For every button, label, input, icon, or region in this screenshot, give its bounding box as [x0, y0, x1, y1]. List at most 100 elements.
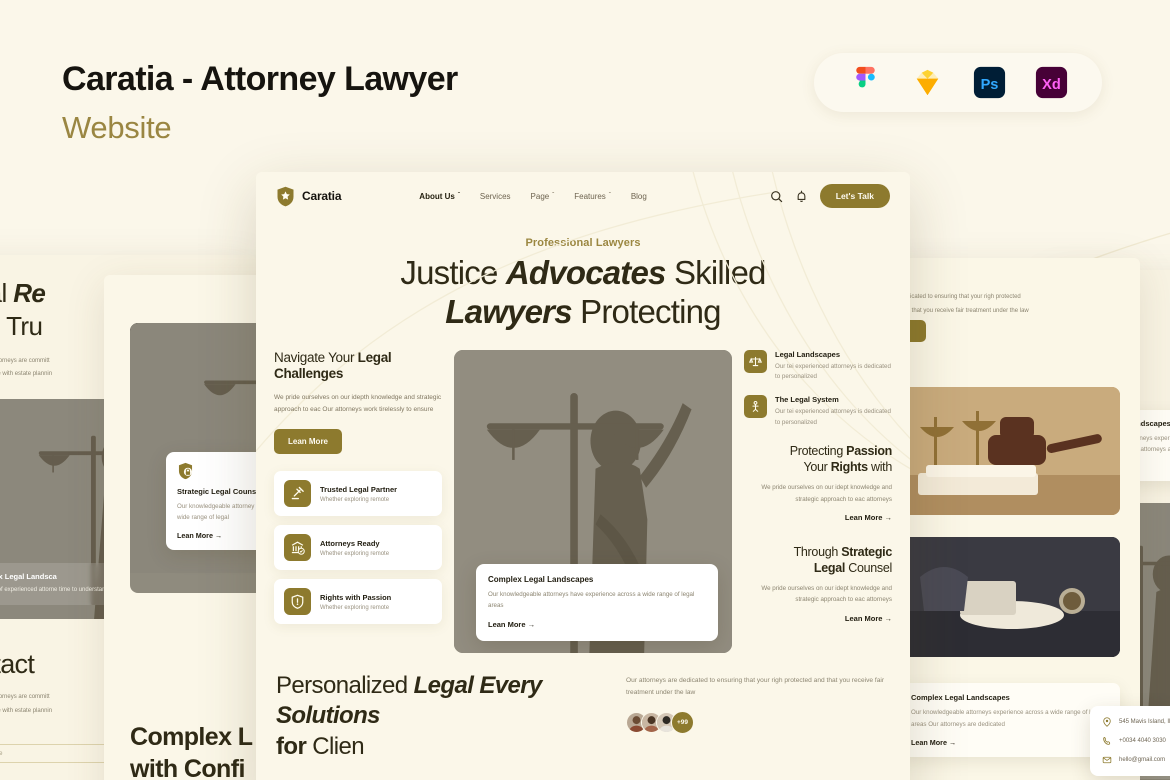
lean-more-button[interactable]: Lean More [274, 429, 343, 455]
nav-link-about-us[interactable]: About Us ˇ [419, 192, 460, 201]
right-block-0-body: We pride ourselves on our idept knowledg… [761, 484, 892, 503]
rb0-c: Your [803, 460, 831, 475]
right-item-1-body: Our tei experienced attorneys is dedicat… [775, 408, 891, 427]
hero-line2-em: Lawyers [445, 293, 572, 331]
float-card-link[interactable]: Lean More → [488, 620, 706, 629]
feature-card-rights-with-passion[interactable]: Rights with Passion Whether exploring re… [274, 579, 442, 625]
rb1-a: Through [793, 544, 842, 559]
bottom-title-line2: for Clien [276, 732, 606, 763]
right-block-1-link[interactable]: Lean More → [744, 614, 892, 623]
right-block-1-body: We pride ourselves on our idept knowledg… [761, 585, 892, 604]
phone-icon [1103, 737, 1111, 745]
complex-legal-landscapes-card[interactable]: Complex Legal Landscapes Our knowledgeab… [476, 564, 718, 641]
feature-card-attorneys-ready[interactable]: Attorneys Ready Whether exploring remote [274, 525, 442, 571]
navigate-body: We pride ourselves on our idepth knowled… [274, 394, 442, 414]
rb0-d: Rights [830, 460, 868, 475]
brand-name: Caratia [302, 189, 342, 203]
chevron-down-icon-3: ˇ [608, 193, 611, 199]
right-item-0-body: Our tei experienced attorneys is dedicat… [775, 362, 891, 381]
bottom-title-line1: Personalized Legal Every Solutions [276, 671, 606, 732]
lawyer-desk-illustration [900, 537, 1120, 658]
feature-card-0-title: Trusted Legal Partner [320, 484, 398, 494]
br-mid-body-2: and that you receive fair treatment unde… [900, 307, 1029, 314]
feature-card-2-sub: Whether exploring remote [320, 604, 390, 611]
bottom-title: Personalized Legal Every Solutions for C… [276, 671, 606, 763]
rb0-a: Protecting [789, 443, 847, 458]
nav-link-features-label: Features [574, 191, 606, 201]
feature-card-0-sub: Whether exploring remote [320, 496, 390, 503]
nav-link-about-us-label: About Us [419, 191, 455, 201]
feature-card-trusted-legal-partner[interactable]: Trusted Legal Partner Whether exploring … [274, 471, 442, 517]
navigate-title-a: Navigate Your [274, 349, 358, 365]
rb1-d: Counsel [845, 560, 892, 575]
rb1-c: Legal [813, 560, 846, 575]
contact-address-row: 545 Mavis Island, IL 99191 [1102, 717, 1170, 727]
gavel-illustration [900, 387, 1120, 516]
hero-left-column: Navigate Your Legal Challenges We pride … [274, 350, 442, 653]
bt-a: Personalized [276, 671, 414, 699]
bottom-body: Our attorneys are dedicated to ensuring … [626, 676, 885, 697]
search-icon[interactable] [770, 190, 783, 203]
photoshop-icon[interactable]: Ps [971, 64, 1008, 101]
contact-phone: +0034 4040 3030 [1119, 738, 1166, 744]
presentation-stage: Caratia - Attorney Lawyer Website Ps Xd [0, 0, 1170, 780]
nav-link-blog[interactable]: Blog [631, 192, 647, 201]
shield-star-icon [277, 186, 294, 206]
nav-link-page-label: Page [530, 191, 550, 201]
contact-phone-row: +0034 4040 3030 [1102, 736, 1170, 746]
feature-card-2-title: Rights with Passion [320, 592, 392, 602]
nav-link-features[interactable]: Features ˇ [574, 192, 611, 201]
svg-text:Xd: Xd [1042, 77, 1061, 93]
chevron-down-icon-2: ˇ [552, 193, 555, 199]
sketch-icon[interactable] [909, 64, 946, 101]
br-mid-card-body: Our knowledgeable attorneys experience a… [911, 709, 1103, 728]
justice-person-icon [744, 395, 767, 419]
lets-talk-button[interactable]: Let's Talk [819, 184, 890, 208]
right-item-0-title: Legal Landscapes [775, 349, 841, 359]
contact-info-card: 545 Mavis Island, IL 99191 +0034 4040 30… [1090, 706, 1170, 776]
right-block-0-link[interactable]: Lean More → [744, 513, 892, 522]
contact-email: hello@gmail.com [1119, 757, 1166, 763]
hero-right-column: Legal Landscapes Our tei experienced att… [744, 349, 892, 653]
svg-text:Ps: Ps [980, 77, 998, 93]
location-pin-icon [1103, 717, 1111, 727]
right-item-legal-landscapes[interactable]: Legal Landscapes Our tei experienced att… [744, 349, 892, 384]
bell-icon[interactable] [795, 190, 808, 203]
nav-link-services[interactable]: Services [480, 192, 511, 201]
page-subtitle: Website [62, 110, 172, 145]
hero-grid: Navigate Your Legal Challenges We pride … [256, 349, 910, 653]
figma-icon[interactable] [847, 64, 884, 101]
hero-line2-b: Protecting [571, 293, 721, 331]
courthouse-check-icon [284, 534, 311, 562]
hero-statue-image: Complex Legal Landscapes Our knowledgeab… [454, 349, 732, 653]
br-mid-card-link[interactable]: Lean More → [911, 738, 1109, 747]
xd-icon[interactable]: Xd [1033, 64, 1070, 101]
rb0-e: with [867, 460, 892, 475]
mockup-navbar: Caratia About Us ˇ Services Page ˇ Featu… [256, 172, 910, 220]
scales-balance-icon [744, 349, 767, 373]
nav-link-page[interactable]: Page ˇ [531, 192, 555, 201]
nav-link-blog-label: Blog [630, 191, 647, 201]
nav-actions: Let's Talk [770, 184, 890, 208]
chevron-down-icon: ˇ [457, 193, 460, 199]
bottom-right: Our attorneys are dedicated to ensuring … [626, 671, 890, 734]
hero-headline: Justice Advocates Skilled Lawyers Protec… [256, 253, 910, 332]
feature-card-1-sub: Whether exploring remote [320, 550, 390, 557]
right-block-protecting: Protecting Passion Your Rights with We p… [744, 443, 892, 522]
tools-badge: Ps Xd [814, 53, 1102, 112]
hero-headline-line2: Lawyers Protecting [256, 292, 910, 331]
hero-eyebrow: Professional Lawyers [525, 237, 641, 249]
br-mid-desk-image [900, 537, 1120, 658]
nav-links: About Us ˇ Services Page ˇ Features ˇ Bl… [419, 192, 647, 201]
right-item-the-legal-system[interactable]: The Legal System Our tei experienced att… [744, 395, 892, 429]
hero-line1-b: Skilled [665, 254, 766, 291]
br-mid-card[interactable]: Complex Legal Landscapes Our knowledgeab… [900, 683, 1120, 757]
bl-left-headline-a: Legal [0, 278, 7, 308]
contact-email-row: hello@gmail.com [1102, 755, 1170, 765]
brand-logo[interactable]: Caratia [276, 186, 341, 207]
hero-headline-line1: Justice Advocates Skilled [256, 253, 910, 292]
rb0-b: Passion [846, 443, 892, 458]
float-card-body: Our knowledgeable attorneys have experie… [488, 591, 695, 610]
contact-address: 545 Mavis Island, IL 99191 [1119, 719, 1170, 725]
avatar-overflow-badge: +99 [671, 710, 694, 734]
